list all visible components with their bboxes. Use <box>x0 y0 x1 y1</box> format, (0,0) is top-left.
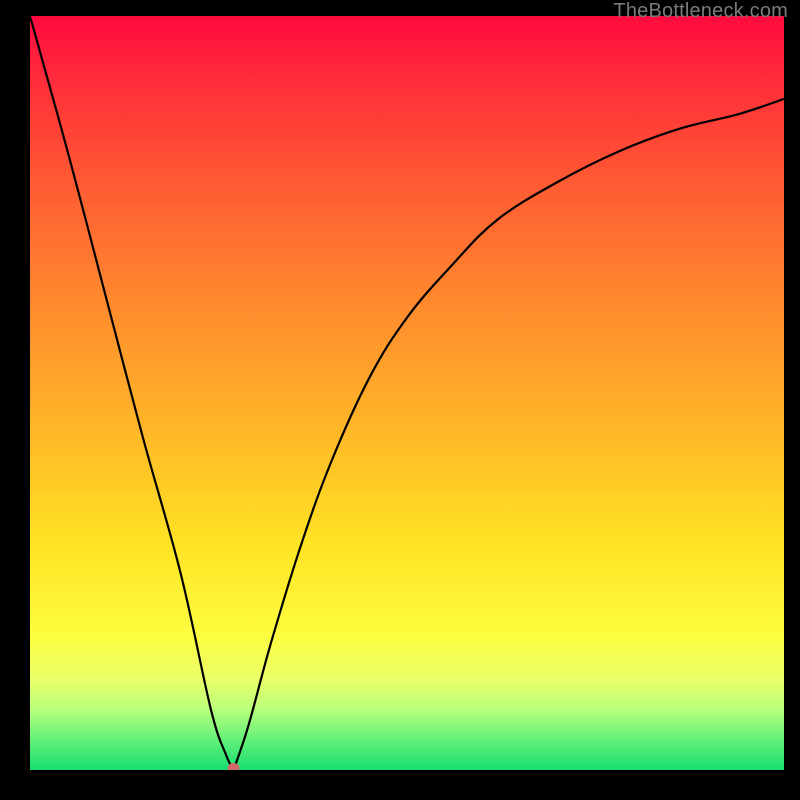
attribution-text: TheBottleneck.com <box>613 0 788 23</box>
curve-right-branch <box>234 99 784 770</box>
bottleneck-curve <box>30 16 784 770</box>
chart-frame: TheBottleneck.com <box>0 0 800 800</box>
curve-left-branch <box>30 16 234 770</box>
chart-plot-area <box>30 16 784 770</box>
